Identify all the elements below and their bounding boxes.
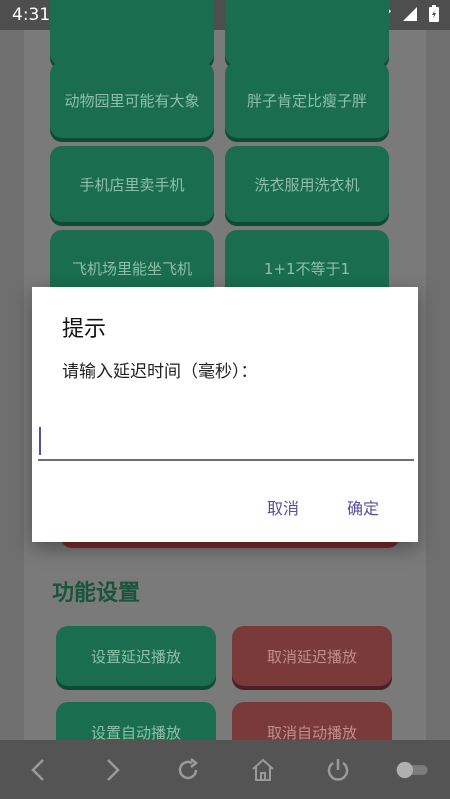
cancel-delay-button[interactable]: 取消延迟播放	[232, 626, 392, 686]
home-icon[interactable]	[245, 752, 281, 788]
grid-button-partial[interactable]	[50, 0, 214, 66]
grid-button[interactable]: 洗衣服用洗衣机	[225, 146, 389, 222]
signal-icon	[403, 7, 417, 21]
refresh-icon[interactable]	[170, 752, 206, 788]
dialog-title: 提示	[62, 317, 107, 342]
power-icon[interactable]	[320, 752, 356, 788]
battery-icon	[429, 5, 439, 22]
dialog-message: 请输入延迟时间（毫秒）：	[62, 362, 258, 382]
set-delay-button[interactable]: 设置延迟播放	[56, 626, 216, 686]
grid-button-partial[interactable]	[225, 0, 389, 66]
grid-button[interactable]: 手机店里卖手机	[50, 146, 214, 222]
status-time: 4:31	[12, 5, 51, 25]
cancel-button[interactable]: 取消	[267, 495, 299, 519]
section-title: 功能设置	[52, 581, 141, 606]
delay-dialog: 提示 请输入延迟时间（毫秒）： 取消 确定	[32, 287, 418, 542]
toggle-icon[interactable]	[395, 752, 431, 788]
ok-button[interactable]: 确定	[347, 495, 379, 519]
grid-button[interactable]: 胖子肯定比瘦子胖	[225, 62, 389, 138]
forward-icon[interactable]	[95, 752, 131, 788]
delay-input[interactable]	[38, 423, 414, 461]
browser-nav-bar	[0, 740, 450, 799]
text-cursor	[39, 427, 41, 455]
grid-button[interactable]: 动物园里可能有大象	[50, 62, 214, 138]
back-icon[interactable]	[20, 752, 56, 788]
